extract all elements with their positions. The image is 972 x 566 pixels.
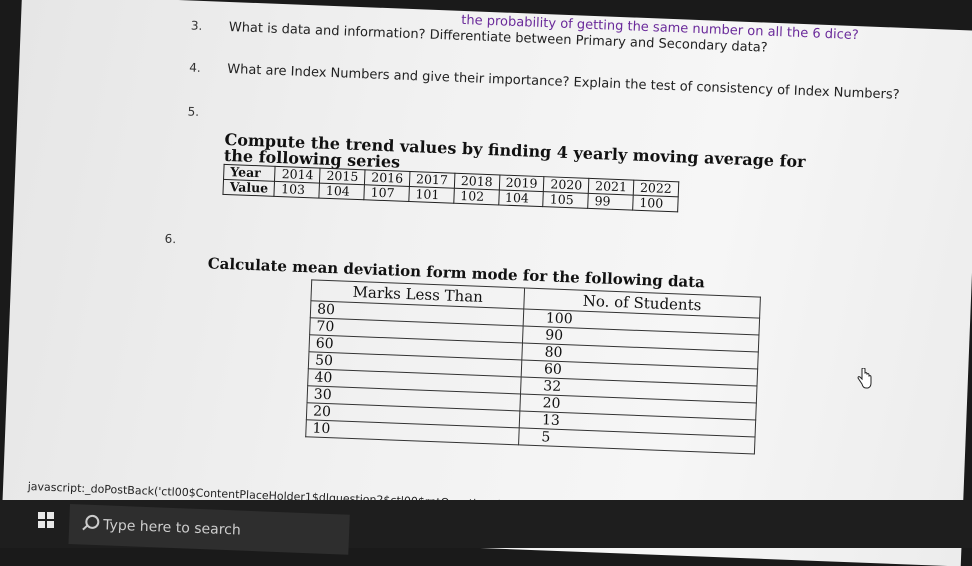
table-cell: 107 bbox=[363, 185, 410, 202]
question-number: 5. bbox=[187, 104, 200, 119]
search-placeholder: Type here to search bbox=[102, 517, 242, 539]
question-number: 6. bbox=[164, 231, 177, 247]
table-cell: 103 bbox=[274, 181, 320, 199]
table-cell: 100 bbox=[632, 195, 678, 212]
taskbar-search-box[interactable]: Type here to search bbox=[68, 504, 350, 555]
question-text: What are Index Numbers and give their im… bbox=[226, 61, 900, 103]
table-cell: 104 bbox=[319, 183, 365, 200]
hand-cursor-icon bbox=[857, 368, 872, 389]
question-number: 4. bbox=[189, 60, 202, 75]
table-cell: 104 bbox=[498, 190, 544, 207]
browser-page: the probability of getting the same numb… bbox=[1, 0, 972, 566]
table-cell: 105 bbox=[543, 191, 589, 209]
marks-table: Marks Less Than No. of Students 80 100 70… bbox=[305, 279, 761, 454]
taskbar: Type here to search bbox=[0, 500, 972, 555]
windows-start-icon[interactable] bbox=[38, 512, 54, 528]
row-label: Value bbox=[222, 179, 275, 197]
table-cell: 102 bbox=[453, 188, 499, 205]
table-cell: 101 bbox=[408, 186, 455, 204]
search-icon bbox=[85, 514, 100, 530]
question-number: 3. bbox=[190, 18, 203, 33]
table-cell: 99 bbox=[587, 193, 634, 211]
